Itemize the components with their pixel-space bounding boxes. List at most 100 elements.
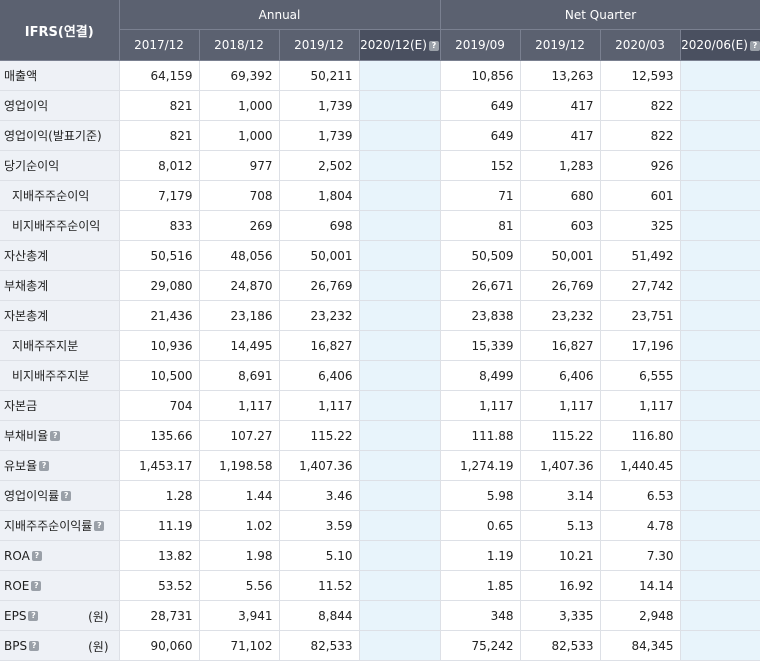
row-label: ROE <box>4 578 30 593</box>
row-label: 영업이익 <box>4 99 49 113</box>
help-icon[interactable]: ? <box>39 460 50 471</box>
annual-value-cell <box>359 360 441 391</box>
help-icon[interactable]: ? <box>31 580 42 591</box>
help-icon[interactable]: ? <box>749 40 760 51</box>
annual-group-header: Annual <box>119 0 441 31</box>
annual-value-cell: 7,179 <box>119 180 200 211</box>
annual-value-cell <box>359 180 441 211</box>
period-label: 2017/12 <box>134 38 184 53</box>
row-label: BPS <box>4 638 28 653</box>
table-row: 영업이익(발표기준) 821 1,000 1,739 649 417 822 <box>0 120 760 151</box>
quarter-value-cell: 50,001 <box>520 240 601 271</box>
table-row: BPS? (원) 90,060 71,102 82,533 75,242 82,533 84,… <box>0 630 760 661</box>
financial-table: IFRS(연결) Annual Net Quarter 2017/12 2018/… <box>0 0 760 661</box>
quarter-value-cell <box>680 600 760 631</box>
row-label: 지배주주지분 <box>12 339 79 353</box>
annual-value-cell <box>359 630 441 661</box>
period-label: 2018/12 <box>214 38 264 53</box>
annual-value-cell: 107.27 <box>199 420 280 451</box>
quarter-value-cell: 16.92 <box>520 570 601 601</box>
annual-value-cell <box>359 510 441 541</box>
row-label-cell: BPS? (원) <box>0 630 120 661</box>
quarter-value-cell <box>680 480 760 511</box>
quarter-period-header[interactable]: 2020/06(E)? <box>680 29 760 61</box>
quarter-value-cell: 16,827 <box>520 330 601 361</box>
quarter-value-cell: 82,533 <box>520 630 601 661</box>
quarter-value-cell: 1.19 <box>440 540 521 571</box>
row-label: 지배주주순이익률 <box>4 519 93 533</box>
annual-value-cell: 821 <box>119 120 200 151</box>
annual-value-cell: 21,436 <box>119 300 200 331</box>
row-label-cell: 지배주주지분 <box>0 330 120 361</box>
annual-value-cell <box>359 240 441 271</box>
table-row: ROE? 53.52 5.56 11.52 1.85 16.92 14.14 <box>0 570 760 601</box>
quarter-value-cell <box>680 150 760 181</box>
row-label: 매출액 <box>4 69 38 83</box>
row-label-cell: 자산총계 <box>0 240 120 271</box>
quarter-value-cell: 649 <box>440 90 521 121</box>
help-icon[interactable]: ? <box>50 430 61 441</box>
annual-value-cell: 82,533 <box>279 630 360 661</box>
annual-value-cell <box>359 150 441 181</box>
period-label: 2019/12 <box>294 38 344 53</box>
annual-value-cell: 90,060 <box>119 630 200 661</box>
annual-period-header[interactable]: 2020/12(E)? <box>359 29 441 61</box>
table-row: 부채총계 29,080 24,870 26,769 26,671 26,769 27,742 <box>0 270 760 301</box>
annual-value-cell: 3,941 <box>199 600 280 631</box>
annual-value-cell: 704 <box>119 390 200 421</box>
quarter-value-cell: 13,263 <box>520 60 601 91</box>
quarter-value-cell: 23,751 <box>600 300 681 331</box>
quarter-value-cell: 680 <box>520 180 601 211</box>
annual-value-cell: 1,804 <box>279 180 360 211</box>
quarter-value-cell: 15,339 <box>440 330 521 361</box>
table-row: EPS? (원) 28,731 3,941 8,844 348 3,335 2,948 <box>0 600 760 631</box>
annual-value-cell: 8,691 <box>199 360 280 391</box>
quarter-value-cell: 1,440.45 <box>600 450 681 481</box>
quarter-value-cell: 7.30 <box>600 540 681 571</box>
quarter-value-cell: 81 <box>440 210 521 241</box>
quarter-value-cell: 10,856 <box>440 60 521 91</box>
help-icon[interactable]: ? <box>29 640 40 651</box>
quarter-value-cell <box>680 540 760 571</box>
annual-value-cell: 1,198.58 <box>199 450 280 481</box>
annual-value-cell: 1,117 <box>279 390 360 421</box>
period-label: 2020/03 <box>615 38 665 53</box>
row-label-cell: 영업이익(발표기준) <box>0 120 120 151</box>
row-label-cell: 지배주주순이익 <box>0 180 120 211</box>
quarter-value-cell: 71 <box>440 180 521 211</box>
annual-value-cell: 6,406 <box>279 360 360 391</box>
annual-value-cell: 64,159 <box>119 60 200 91</box>
quarter-value-cell: 50,509 <box>440 240 521 271</box>
quarter-value-cell: 1.85 <box>440 570 521 601</box>
annual-value-cell: 1,739 <box>279 120 360 151</box>
row-label-cell: EPS? (원) <box>0 600 120 631</box>
quarter-value-cell <box>680 630 760 661</box>
period-label: 2019/12 <box>535 38 585 53</box>
annual-value-cell: 69,392 <box>199 60 280 91</box>
quarter-value-cell: 17,196 <box>600 330 681 361</box>
help-icon[interactable]: ? <box>94 520 105 531</box>
help-icon[interactable]: ? <box>428 40 439 51</box>
quarter-group-header: Net Quarter <box>440 0 760 31</box>
quarter-value-cell: 822 <box>600 90 681 121</box>
quarter-value-cell: 3.14 <box>520 480 601 511</box>
quarter-value-cell: 325 <box>600 210 681 241</box>
table-row: 매출액 64,159 69,392 50,211 10,856 13,263 12,593 <box>0 60 760 91</box>
help-icon[interactable]: ? <box>61 490 72 501</box>
annual-value-cell: 833 <box>119 210 200 241</box>
annual-value-cell: 13.82 <box>119 540 200 571</box>
annual-value-cell: 1,000 <box>199 120 280 151</box>
help-icon[interactable]: ? <box>28 610 39 621</box>
quarter-value-cell: 601 <box>600 180 681 211</box>
table-row: 자본총계 21,436 23,186 23,232 23,838 23,232 23,751 <box>0 300 760 331</box>
annual-value-cell: 1.44 <box>199 480 280 511</box>
quarter-value-cell: 417 <box>520 90 601 121</box>
annual-value-cell: 2,502 <box>279 150 360 181</box>
row-label-cell: 자본금 <box>0 390 120 421</box>
annual-value-cell: 3.59 <box>279 510 360 541</box>
quarter-value-cell: 27,742 <box>600 270 681 301</box>
row-label: ROA <box>4 548 30 563</box>
help-icon[interactable]: ? <box>31 550 42 561</box>
row-label: 부채총계 <box>4 279 49 293</box>
annual-value-cell: 1.98 <box>199 540 280 571</box>
